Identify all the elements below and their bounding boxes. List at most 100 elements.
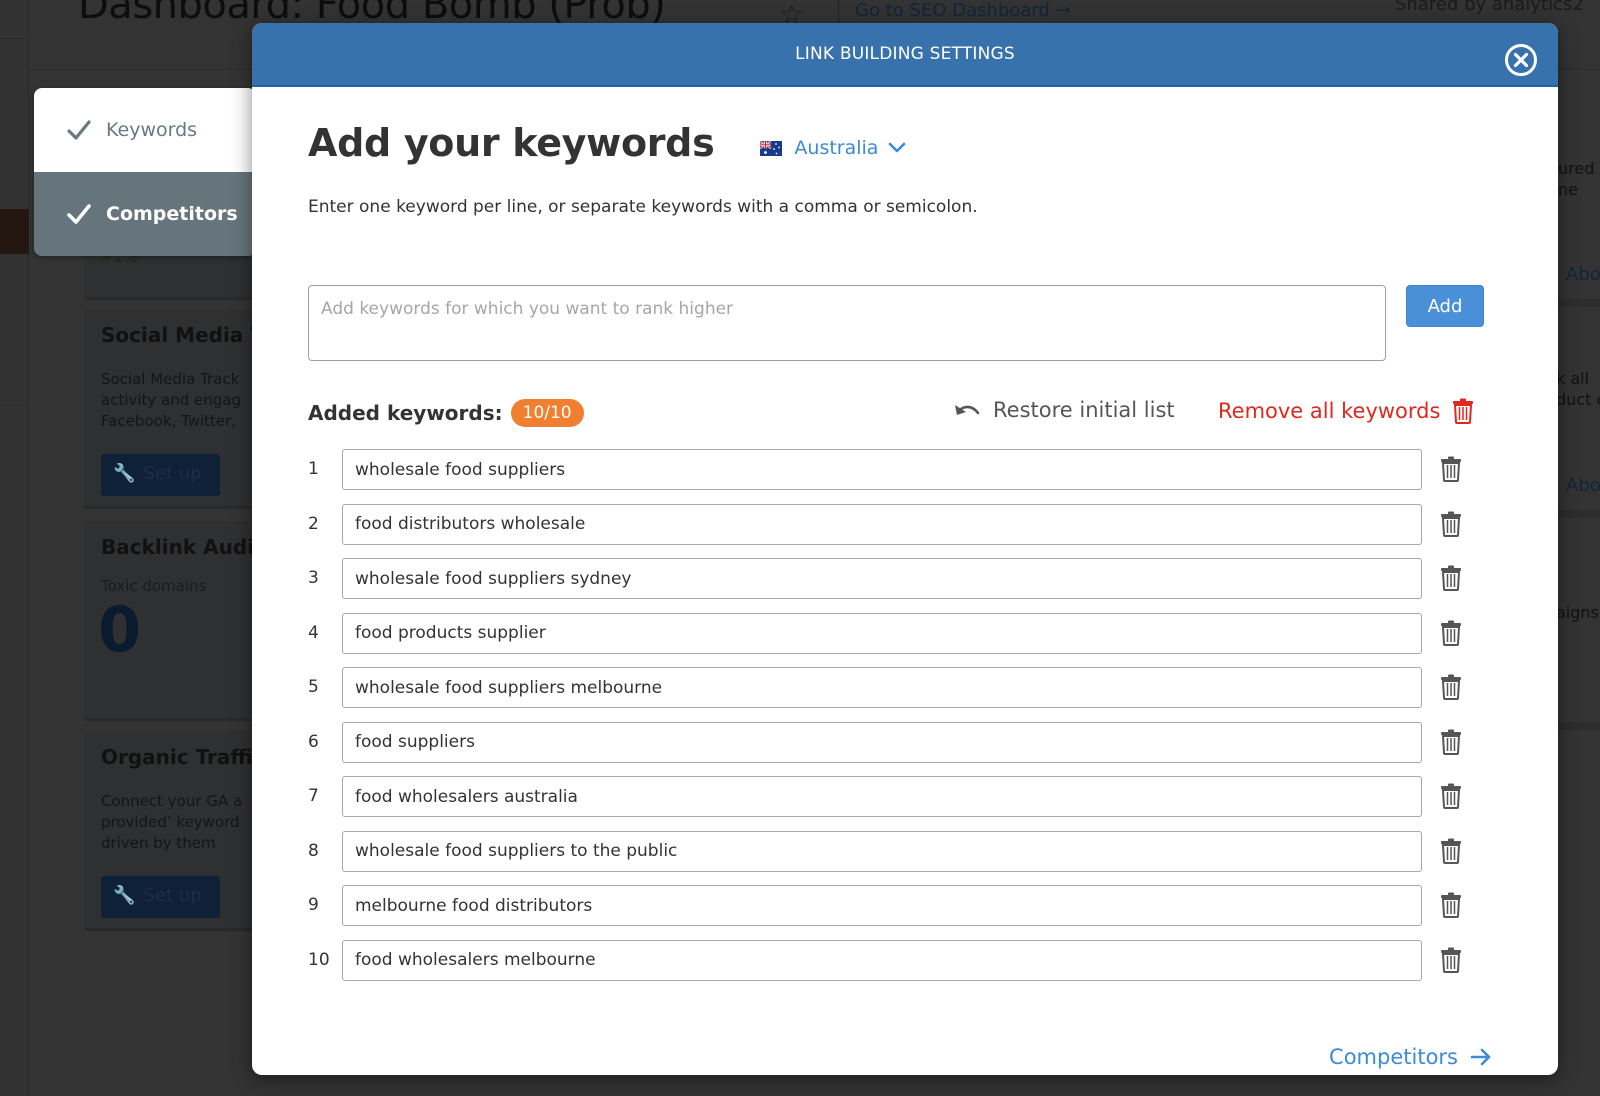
card-title: Organic Traffi	[101, 745, 253, 769]
delete-keyword-button[interactable]	[1440, 783, 1462, 809]
remove-all-keywords-button[interactable]: Remove all keywords	[1218, 398, 1474, 424]
right-card-text: k all duct c	[1556, 368, 1600, 410]
keyword-number: 7	[308, 786, 319, 806]
keyword-number: 1	[308, 459, 319, 479]
delete-keyword-button[interactable]	[1440, 511, 1462, 537]
nav-highlighted-item	[0, 209, 29, 254]
nav-divider	[0, 405, 29, 406]
trash-icon	[1441, 511, 1461, 537]
text-line: aigns	[1556, 603, 1599, 622]
delete-keyword-button[interactable]	[1440, 456, 1462, 482]
keyword-row: 8	[308, 830, 1468, 886]
keyword-number: 10	[308, 949, 330, 970]
card-text-line: provided’ keyword	[101, 813, 240, 831]
right-card-text: aigns	[1556, 602, 1599, 623]
step-competitors[interactable]: Competitors	[34, 172, 256, 256]
delete-keyword-button[interactable]	[1440, 947, 1462, 973]
card-divider	[1555, 510, 1600, 518]
trash-icon	[1441, 456, 1461, 482]
keyword-row: 6	[308, 721, 1468, 777]
trash-icon	[1441, 783, 1461, 809]
delete-keyword-button[interactable]	[1440, 674, 1462, 700]
keyword-input[interactable]	[342, 449, 1422, 490]
next-competitors-link[interactable]: Competitors	[1329, 1045, 1492, 1069]
keyword-input[interactable]	[342, 503, 1422, 545]
card-description: Connect your GA a provided’ keyword driv…	[101, 791, 242, 854]
close-circle-icon	[1505, 44, 1537, 76]
delete-keyword-button[interactable]	[1440, 620, 1462, 646]
keyword-input[interactable]	[342, 939, 1422, 981]
keyword-input[interactable]	[342, 558, 1422, 599]
trash-icon	[1441, 892, 1461, 918]
card-text-line: activity and engag	[101, 391, 242, 409]
nav-divider	[0, 38, 29, 39]
setup-button: 🔧 Set up	[101, 454, 220, 496]
keyword-input[interactable]	[342, 667, 1422, 708]
setup-button: 🔧 Set up	[101, 876, 220, 918]
modal-header: LINK BUILDING SETTINGS	[252, 23, 1558, 87]
keyword-row: 5	[308, 667, 1468, 722]
social-media-card: Social Media T Social Media Track activi…	[84, 309, 264, 509]
keyword-input[interactable]	[342, 721, 1422, 763]
keyword-number: 2	[308, 513, 319, 534]
chevron-down-icon	[889, 142, 906, 153]
right-card-text: ured ne	[1558, 158, 1594, 200]
trash-icon	[1441, 729, 1461, 755]
restore-initial-list-button[interactable]: Restore initial list	[953, 398, 1175, 422]
wrench-icon: 🔧	[113, 885, 136, 906]
backlink-audit-card: Backlink Audit Toxic domains 0	[84, 521, 264, 721]
country-selector[interactable]: Australia	[760, 137, 906, 159]
add-button[interactable]: Add	[1406, 285, 1484, 327]
page-title: Add your keywords	[308, 121, 715, 165]
step-keywords[interactable]: Keywords	[34, 88, 256, 172]
keyword-row: 10	[308, 939, 1468, 995]
delete-keyword-button[interactable]	[1440, 838, 1462, 864]
text-line: duct c	[1556, 390, 1600, 409]
arrow-right-icon	[1470, 1048, 1491, 1066]
australia-flag-icon	[760, 140, 783, 156]
setup-button-label: Set up	[143, 885, 202, 906]
close-button[interactable]	[1504, 43, 1538, 77]
undo-icon	[955, 405, 980, 415]
keyword-number: 3	[308, 568, 319, 588]
card-description: Social Media Track activity and engag Fa…	[101, 369, 241, 432]
delete-keyword-button[interactable]	[1440, 729, 1462, 755]
restore-label: Restore initial list	[993, 398, 1175, 422]
step-label: Keywords	[106, 119, 198, 141]
keyword-list: 1 2 3 4 5 6 7 8 9 10	[308, 449, 1468, 994]
card-text-line: Facebook, Twitter,	[101, 412, 237, 430]
next-link-label: Competitors	[1329, 1045, 1458, 1069]
seo-dashboard-link: Go to SEO Dashboard →	[855, 0, 1071, 21]
shared-by-label: Shared by analytics2	[1395, 0, 1584, 15]
delete-keyword-button[interactable]	[1440, 565, 1462, 591]
organic-traffic-card: Organic Traffi Connect your GA a provide…	[84, 731, 259, 931]
delete-keyword-button[interactable]	[1440, 892, 1462, 918]
setup-button-label: Set up	[143, 463, 202, 484]
keyword-row: 1	[308, 449, 1468, 504]
keyword-row: 7	[308, 776, 1468, 831]
keyword-number: 4	[308, 622, 319, 643]
card-title: Backlink Audit	[101, 535, 264, 559]
keywords-textarea[interactable]	[308, 285, 1386, 361]
trash-icon	[1441, 838, 1461, 864]
country-name: Australia	[794, 137, 879, 159]
keyword-input[interactable]	[342, 885, 1422, 926]
keyword-input[interactable]	[342, 830, 1422, 872]
card-divider	[1555, 722, 1600, 730]
modal-title: LINK BUILDING SETTINGS	[795, 44, 1015, 64]
background-left-nav	[0, 0, 29, 1096]
text-line: ured	[1558, 159, 1595, 178]
toxic-domains-value: 0	[98, 593, 142, 666]
keyword-input[interactable]	[342, 776, 1422, 817]
keyword-number: 6	[308, 731, 319, 752]
keyword-number: 8	[308, 840, 319, 861]
wizard-steps: Keywords Competitors	[34, 88, 256, 256]
keyword-input[interactable]	[342, 612, 1422, 654]
keyword-count-badge: 10/10	[510, 399, 584, 427]
about-link: Abo	[1566, 264, 1600, 285]
header-separator	[838, 0, 839, 22]
trash-icon	[1441, 674, 1461, 700]
instruction-text: Enter one keyword per line, or separate …	[308, 197, 978, 217]
text-line: ne	[1558, 180, 1578, 199]
trash-icon	[1441, 947, 1461, 973]
